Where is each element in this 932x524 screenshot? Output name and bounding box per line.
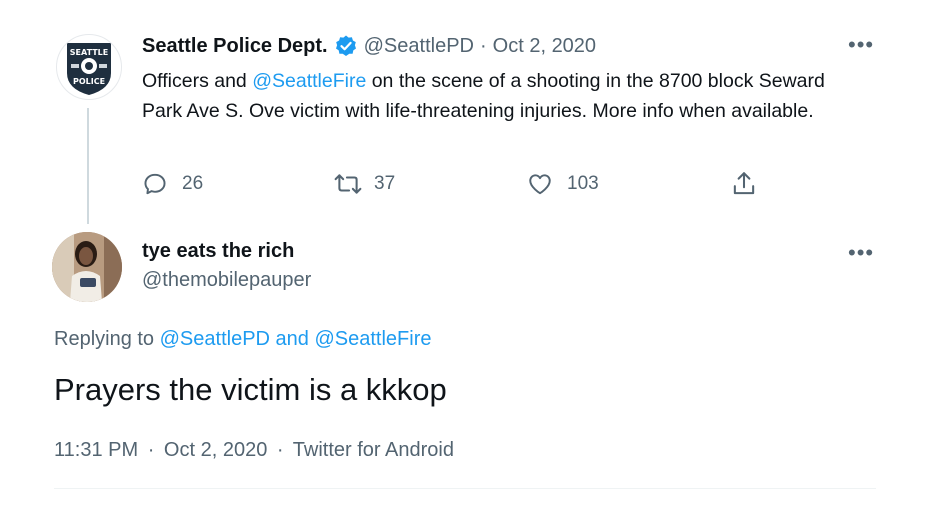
share-button[interactable] bbox=[731, 170, 757, 198]
replying-user-seattlefire[interactable]: @SeattleFire bbox=[314, 328, 431, 350]
retweet-button[interactable]: 37 bbox=[334, 171, 395, 197]
thread-connector-line bbox=[87, 108, 89, 224]
badge-bottom-text: POLICE bbox=[73, 77, 105, 86]
reply-icon bbox=[144, 173, 166, 195]
tweet-date[interactable]: Oct 2, 2020 bbox=[493, 35, 596, 58]
like-button[interactable]: 103 bbox=[527, 171, 599, 197]
replying-user-seattlepd[interactable]: @SeattlePD bbox=[160, 328, 270, 350]
reply-more-icon[interactable]: ••• bbox=[848, 242, 874, 264]
reply-timestamp: 11:31 PM · Oct 2, 2020 · Twitter for And… bbox=[54, 439, 454, 462]
badge-top-text: SEATTLE bbox=[70, 48, 108, 57]
reply-text: Prayers the victim is a kkkop bbox=[54, 372, 447, 407]
reply-count: 26 bbox=[182, 173, 204, 194]
bottom-divider bbox=[54, 488, 876, 489]
avatar[interactable] bbox=[52, 232, 122, 302]
profile-photo bbox=[52, 232, 122, 302]
reply-author-display-name[interactable]: tye eats the rich bbox=[142, 240, 294, 263]
reply-separator-1: · bbox=[147, 439, 155, 461]
original-tweet[interactable]: SEATTLE POLICE Seattle Police Dept. @Sea… bbox=[0, 0, 932, 230]
reply-time[interactable]: 11:31 PM bbox=[54, 439, 138, 461]
header-separator: · bbox=[479, 34, 487, 57]
seattle-police-badge-logo: SEATTLE POLICE bbox=[67, 43, 111, 95]
seattlepd-avatar[interactable]: SEATTLE POLICE bbox=[56, 34, 122, 100]
more-icon[interactable]: ••• bbox=[848, 34, 874, 56]
replying-and: and bbox=[269, 328, 315, 350]
retweet-count: 37 bbox=[374, 173, 396, 194]
reply-client[interactable]: Twitter for Android bbox=[293, 439, 454, 461]
reply-date[interactable]: Oct 2, 2020 bbox=[164, 439, 267, 461]
reply-author-handle[interactable]: @themobilepauper bbox=[142, 269, 311, 292]
share-icon bbox=[733, 172, 755, 195]
tweet-text: Officers and @SeattleFire on the scene o… bbox=[142, 66, 842, 126]
author-display-name[interactable]: Seattle Police Dept. bbox=[142, 35, 328, 58]
retweet-icon bbox=[334, 174, 362, 194]
reply-button[interactable]: 26 bbox=[142, 171, 203, 197]
tweet-header: Seattle Police Dept. @SeattlePD · Oct 2,… bbox=[142, 34, 596, 58]
like-count: 103 bbox=[567, 173, 599, 194]
replying-prefix: Replying to bbox=[54, 328, 160, 350]
replying-to: Replying to @SeattlePD and @SeattleFire bbox=[54, 328, 431, 351]
tweet-text-start: Officers and bbox=[142, 70, 253, 92]
like-icon bbox=[529, 174, 551, 195]
verified-badge-icon bbox=[334, 34, 358, 58]
mention-seattlefire[interactable]: @SeattleFire bbox=[252, 70, 366, 92]
reply-tweet[interactable]: tye eats the rich @themobilepauper ••• R… bbox=[0, 228, 932, 524]
reply-separator-2: · bbox=[276, 439, 284, 461]
author-handle[interactable]: @SeattlePD bbox=[364, 35, 474, 58]
